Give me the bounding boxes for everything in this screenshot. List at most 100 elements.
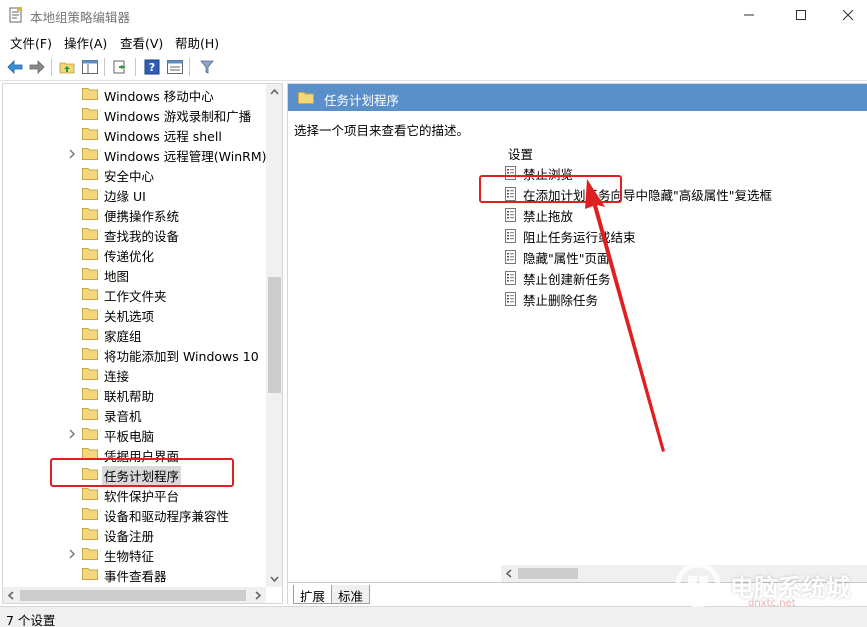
expand-chevron-icon[interactable] [67,548,77,560]
menu-help[interactable]: 帮助(H) [175,33,219,52]
tree-item[interactable]: 安全中心 [3,164,265,184]
menu-action[interactable]: 操作(A) [64,33,107,52]
folder-icon [82,568,98,580]
help-icon: ? [144,59,160,75]
expand-chevron-icon[interactable] [67,148,77,160]
tree-item[interactable]: 平板电脑 [3,424,265,444]
folder-icon [82,308,98,320]
folder-icon [82,428,98,440]
tree-item[interactable]: 生物特征 [3,544,265,564]
toolbar: ? [0,53,867,81]
menu-view[interactable]: 查看(V) [120,33,163,52]
tree-item[interactable]: 边缘 UI [3,184,265,204]
maximize-icon [796,10,806,20]
tree-item[interactable]: Windows 移动中心 [3,84,265,104]
tree-item[interactable]: 事件查看器 [3,564,265,584]
tree-item-label: 事件查看器 [104,569,167,584]
tree-item[interactable]: 查找我的设备 [3,224,265,244]
tree-item[interactable]: 将功能添加到 Windows 10 [3,344,265,364]
close-icon [843,10,853,20]
folder-icon [82,508,98,520]
up-folder-icon [59,62,75,74]
scroll-left-icon[interactable] [3,587,20,604]
tab-standard[interactable]: 标准 [331,585,371,604]
policy-setting-icon [505,292,516,306]
tree-item[interactable]: 关机选项 [3,304,265,324]
tree-horizontal-scrollbar[interactable] [3,587,266,604]
scroll-up-icon[interactable] [266,84,283,101]
expand-chevron-icon[interactable] [67,428,77,440]
tree-item-label: 将功能添加到 Windows 10 [104,349,259,364]
tree-item-label: 关机选项 [104,309,155,324]
folder-icon [82,408,98,420]
minimize-icon [744,14,754,16]
filter-button[interactable] [197,57,217,77]
back-icon [7,60,23,74]
tab-extended[interactable]: 扩展 [293,585,333,604]
tree-item[interactable]: 地图 [3,264,265,284]
folder-icon [82,168,98,180]
tree-item-label: 设备注册 [104,529,155,544]
details-header: 任务计划程序 [288,84,867,111]
forward-button[interactable] [27,57,47,77]
maximize-button[interactable] [778,0,824,30]
minimize-button[interactable] [726,0,772,30]
tree-item-label: 传递优化 [104,249,155,264]
toolbar-separator [51,58,52,76]
export-list-icon [113,60,126,74]
properties-button[interactable] [165,57,185,77]
show-hide-tree-button[interactable] [80,57,100,77]
tree-vertical-scrollbar[interactable] [266,84,283,587]
tree-item[interactable]: 便携操作系统 [3,204,265,224]
tree-item[interactable]: 录音机 [3,404,265,424]
folder-icon [82,528,98,540]
tree-item-label: Windows 游戏录制和广播 [104,109,252,124]
tree-item[interactable]: Windows 远程管理(WinRM) [3,144,266,164]
forward-icon [29,60,45,74]
tree-item[interactable]: Windows 游戏录制和广播 [3,104,265,124]
tree-item[interactable]: 设备注册 [3,524,265,544]
scroll-left-icon[interactable] [501,565,518,582]
menu-bar: 文件(F) 操作(A) 查看(V) 帮助(H) [0,30,867,52]
tree-item-label: Windows 移动中心 [104,89,214,104]
back-button[interactable] [5,57,25,77]
tree-item[interactable]: 设备和驱动程序兼容性 [3,504,265,524]
tree-item[interactable]: 软件保护平台 [3,484,265,504]
folder-icon [82,348,98,360]
help-button[interactable]: ? [142,57,162,77]
tree-horizontal-scroll-thumb[interactable] [20,590,246,601]
folder-icon [82,128,98,140]
close-button[interactable] [825,0,867,30]
show-hide-tree-icon [82,60,98,74]
tree-vertical-scroll-thumb[interactable] [268,277,281,393]
column-header-setting[interactable]: 设置 [508,144,533,163]
folder-icon [82,188,98,200]
policy-editor-app-icon [9,7,22,23]
toolbar-separator [135,58,136,76]
scroll-right-icon[interactable] [249,587,266,604]
up-folder-button[interactable] [57,57,77,77]
annotation-arrow [585,179,665,452]
setting-label: 禁止拖放 [523,209,574,224]
tree-item[interactable]: 传递优化 [3,244,265,264]
settings-horizontal-scroll-thumb[interactable] [518,568,578,579]
tree-item-label: 便携操作系统 [104,209,180,224]
export-list-button[interactable] [111,57,131,77]
tree-pane[interactable]: Windows 移动中心 Windows 游戏录制和广播 Windows 远程 sh… [2,83,283,604]
tree-item-label: 设备和驱动程序兼容性 [104,509,230,524]
tree-item-label: 地图 [104,269,130,284]
tree-item-label: 工作文件夹 [104,289,167,304]
folder-icon [82,388,98,400]
tree-item[interactable]: Windows 远程 shell [3,124,265,144]
tree-item-label: 边缘 UI [104,189,146,204]
scroll-down-icon[interactable] [266,570,283,587]
toolbar-separator [104,58,105,76]
folder-icon [82,108,98,120]
tree-item[interactable]: 连接 [3,364,265,384]
folder-icon [82,88,98,100]
menu-file[interactable]: 文件(F) [10,33,52,52]
tree-item[interactable]: 家庭组 [3,324,265,344]
tree-item[interactable]: 工作文件夹 [3,284,265,304]
tree-item[interactable]: 联机帮助 [3,384,265,404]
window-title: 本地组策略编辑器 [30,10,131,25]
